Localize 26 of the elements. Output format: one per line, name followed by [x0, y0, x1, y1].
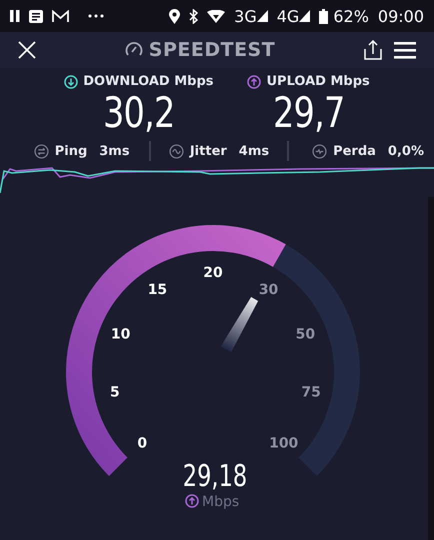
- stat-value: 3ms: [99, 144, 130, 158]
- stat-label: Jitter: [190, 144, 227, 158]
- tick-label: 0: [137, 436, 148, 452]
- result-value: 29,7: [272, 89, 344, 137]
- result-label: DOWNLOAD Mbps: [83, 74, 214, 89]
- clock: 09:00: [378, 6, 424, 26]
- tick-label: 15: [148, 282, 168, 298]
- tick-label: 10: [110, 326, 130, 343]
- speed-reading: 29,18: [182, 458, 248, 494]
- app-title: SPEEDTEST: [148, 39, 276, 61]
- battery-level: 62%: [333, 6, 369, 26]
- tick-label: 50: [296, 326, 316, 343]
- result-label: UPLOAD Mbps: [266, 74, 370, 89]
- tick-label: 20: [203, 265, 223, 281]
- stat-value: 0,0%: [388, 144, 424, 158]
- network-type: 3G: [234, 6, 257, 26]
- network-type: 4G: [276, 6, 300, 26]
- stat-value: 4ms: [238, 144, 270, 158]
- speed-unit: Mbps: [202, 494, 240, 510]
- tick-label: 30: [258, 282, 278, 298]
- stat-label: Ping: [54, 144, 88, 158]
- tick-label: 5: [110, 384, 120, 400]
- result-value: 30,2: [103, 89, 175, 137]
- stat-label: Perda: [333, 144, 376, 158]
- tick-label: 75: [301, 384, 321, 400]
- tick-label: 100: [269, 436, 298, 452]
